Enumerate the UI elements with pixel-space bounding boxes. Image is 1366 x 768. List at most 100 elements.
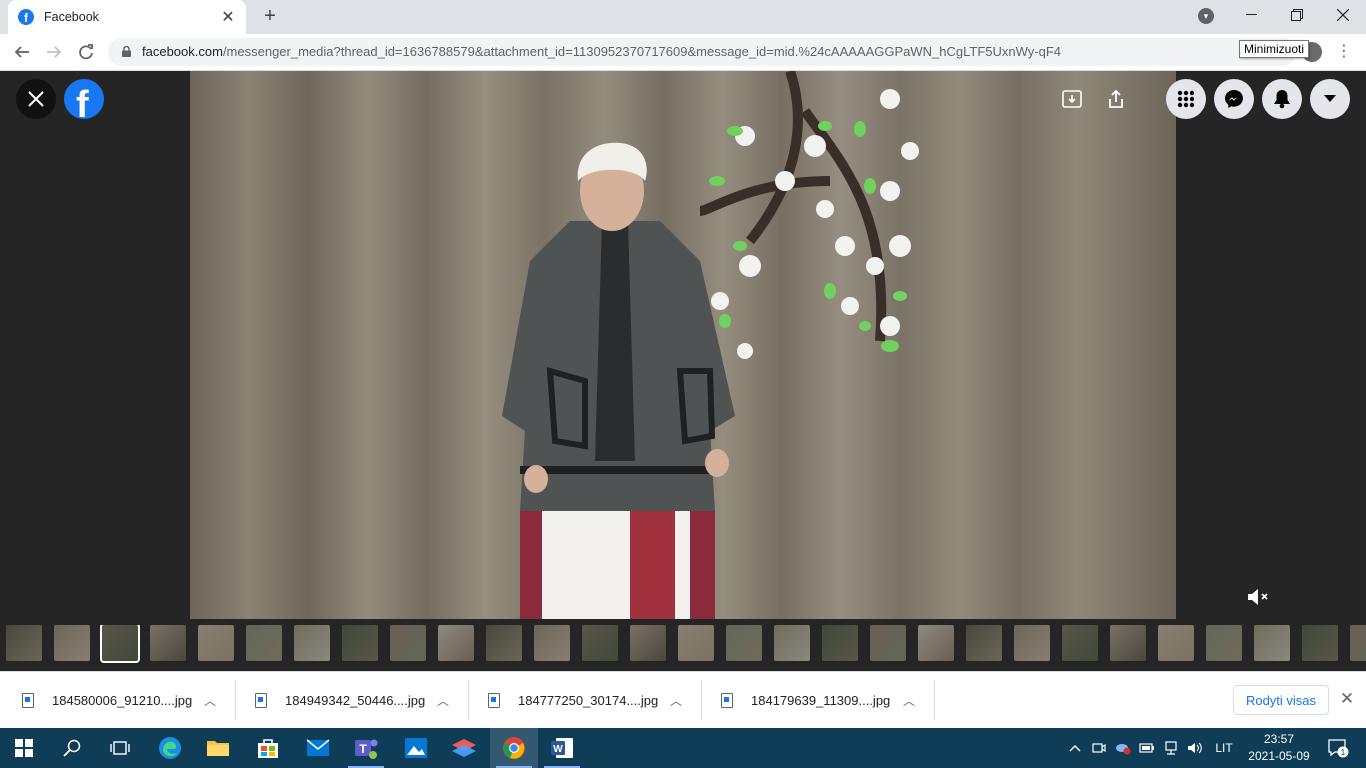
chevron-up-icon[interactable]: ︿ [903, 692, 915, 709]
new-tab-button[interactable]: + [258, 5, 282, 29]
battery-icon [1139, 743, 1154, 753]
chevron-up-icon[interactable]: ︿ [670, 692, 682, 709]
media-thumbnail[interactable] [54, 625, 90, 661]
tray-app-status[interactable] [1114, 728, 1132, 768]
media-thumbnail[interactable] [486, 625, 522, 661]
media-thumbnail[interactable] [150, 625, 186, 661]
media-thumbnail[interactable] [246, 625, 282, 661]
share-button[interactable] [1102, 85, 1130, 113]
media-thumbnail[interactable] [198, 625, 234, 661]
downloads-shelf: 184580006_91210....jpg ︿ 184949342_50446… [0, 671, 1366, 728]
back-button[interactable] [10, 40, 34, 64]
media-thumbnail[interactable] [630, 625, 666, 661]
media-thumbnail[interactable] [1206, 625, 1242, 661]
download-filename: 184949342_50446....jpg [285, 692, 426, 708]
tab-close-icon[interactable]: ✕ [220, 7, 236, 27]
media-thumbnail[interactable] [1014, 625, 1050, 661]
download-item[interactable]: 184777250_30174....jpg ︿ [470, 680, 702, 720]
tray-volume[interactable] [1186, 728, 1204, 768]
media-thumbnail[interactable] [1350, 625, 1366, 661]
tab-facebook[interactable]: f Facebook ✕ [8, 0, 246, 34]
start-button[interactable] [0, 728, 48, 768]
grid-icon [1177, 90, 1195, 108]
search-button[interactable] [48, 728, 96, 768]
tray-meet-now[interactable] [1090, 728, 1108, 768]
notifications-button[interactable] [1262, 79, 1302, 119]
download-item[interactable]: 184949342_50446....jpg ︿ [237, 680, 469, 720]
tray-clock[interactable]: 23:57 2021-05-09 [1248, 731, 1310, 765]
media-thumbnail[interactable] [966, 625, 1002, 661]
action-center-button[interactable]: 1 [1318, 728, 1358, 768]
media-thumbnail[interactable] [1254, 625, 1290, 661]
taskbar-teams[interactable]: T [342, 728, 390, 768]
volume-icon [1188, 742, 1202, 754]
minimize-button[interactable] [1228, 0, 1274, 30]
media-thumbnail[interactable] [582, 625, 618, 661]
media-thumbnail[interactable] [1158, 625, 1194, 661]
media-thumbnail[interactable] [390, 625, 426, 661]
account-menu-button[interactable] [1310, 79, 1350, 119]
fullscreen-icon [1062, 90, 1082, 108]
download-item[interactable]: 184580006_91210....jpg ︿ [4, 680, 236, 720]
media-thumbnail[interactable] [342, 625, 378, 661]
messenger-button[interactable] [1214, 79, 1254, 119]
media-thumbnail[interactable] [1302, 625, 1338, 661]
close-shelf-icon[interactable]: ✕ [1338, 690, 1356, 708]
notification-count: 1 [1341, 748, 1346, 757]
media-thumbnail[interactable] [918, 625, 954, 661]
url-text: facebook.com/messenger_media?thread_id=1… [142, 44, 1061, 59]
word-icon: W [551, 738, 573, 758]
media-thumbnail[interactable] [438, 625, 474, 661]
taskbar-edge[interactable] [146, 728, 194, 768]
media-thumbnail[interactable] [100, 625, 140, 663]
forward-button[interactable] [42, 40, 66, 64]
tab-search-icon[interactable]: ▾ [1198, 8, 1214, 24]
chevron-up-icon[interactable]: ︿ [204, 692, 216, 709]
media-thumbnail[interactable] [678, 625, 714, 661]
media-thumbnail[interactable] [534, 625, 570, 661]
facebook-logo-letter: f [76, 84, 89, 119]
restore-icon [1291, 9, 1303, 21]
taskbar-store[interactable] [244, 728, 292, 768]
media-thumbnail[interactable] [1110, 625, 1146, 661]
close-window-button[interactable] [1320, 0, 1366, 30]
show-all-downloads-button[interactable]: Rodyti visas [1233, 685, 1329, 715]
media-thumbnail[interactable] [774, 625, 810, 661]
media-thumbnail[interactable] [1062, 625, 1098, 661]
task-view-button[interactable] [96, 728, 144, 768]
media-thumbnail[interactable] [294, 625, 330, 661]
taskbar-file-explorer[interactable] [194, 728, 242, 768]
taskbar-word[interactable]: W [538, 728, 586, 768]
tray-battery[interactable] [1138, 728, 1156, 768]
speaker-muted-icon [1248, 589, 1268, 605]
reload-button[interactable] [74, 40, 98, 64]
menu-grid-button[interactable] [1166, 79, 1206, 119]
media-thumbnail[interactable] [870, 625, 906, 661]
teams-icon: T [355, 739, 378, 759]
task-view-icon [110, 741, 130, 755]
mute-button[interactable] [1246, 586, 1272, 608]
taskbar-chrome[interactable] [490, 728, 538, 768]
browser-menu-icon[interactable]: ⋮ [1336, 42, 1352, 62]
taskbar-app-stack[interactable] [440, 728, 488, 768]
tab-title: Facebook [44, 10, 99, 24]
image-file-icon [488, 692, 500, 708]
tray-network[interactable] [1162, 728, 1180, 768]
download-item[interactable]: 184179639_11309....jpg ︿ [703, 680, 935, 720]
close-viewer-button[interactable] [16, 79, 56, 119]
media-thumbnail[interactable] [726, 625, 762, 661]
tray-language[interactable]: LIT [1210, 728, 1238, 768]
show-hidden-icons[interactable] [1066, 728, 1084, 768]
photos-icon [405, 738, 427, 758]
fullscreen-button[interactable] [1058, 85, 1086, 113]
address-bar[interactable]: facebook.com/messenger_media?thread_id=1… [108, 38, 1296, 66]
facebook-logo[interactable]: f [64, 79, 104, 119]
search-icon [63, 739, 81, 757]
media-thumbnail[interactable] [6, 625, 42, 661]
media-thumbnail[interactable] [822, 625, 858, 661]
taskbar-mail[interactable] [294, 728, 342, 768]
chevron-up-icon[interactable]: ︿ [437, 692, 449, 709]
reload-icon [79, 44, 93, 60]
taskbar-photos[interactable] [392, 728, 440, 768]
restore-button[interactable] [1274, 0, 1320, 30]
